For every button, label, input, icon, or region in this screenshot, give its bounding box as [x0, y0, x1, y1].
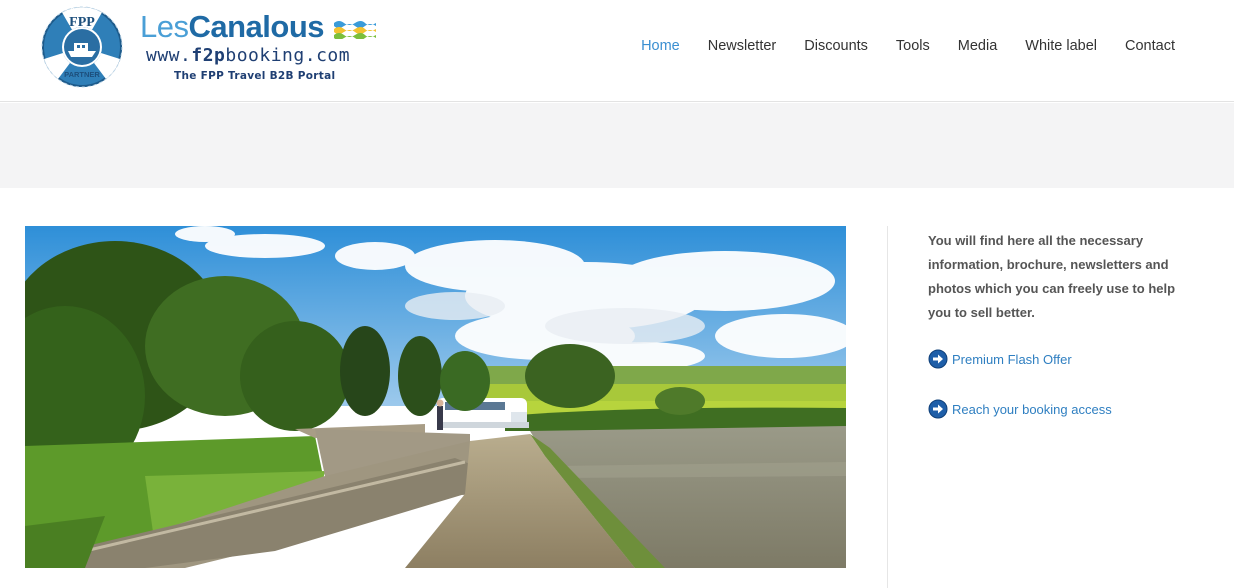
- fpp-partner-badge-logo[interactable]: FPP PARTNER: [40, 5, 124, 89]
- booking-access-link[interactable]: Reach your booking access: [928, 399, 1112, 419]
- waves-icon: [334, 21, 376, 39]
- brand-url-bold: f2p: [191, 45, 226, 66]
- badge-bottom-text: PARTNER: [64, 70, 100, 79]
- brand-tagline: The FPP Travel B2B Portal: [174, 70, 336, 82]
- premium-flash-offer-label: Premium Flash Offer: [952, 351, 1072, 367]
- brand-url: www.f2pbooking.com: [146, 45, 350, 66]
- nav-item-tools[interactable]: Tools: [896, 38, 930, 54]
- brand-url-suffix: booking.com: [225, 45, 351, 66]
- nav-item-media[interactable]: Media: [958, 38, 998, 54]
- arrow-circle-icon: [928, 399, 948, 419]
- nav-item-contact[interactable]: Contact: [1125, 38, 1175, 54]
- sidebar-divider: [887, 226, 888, 588]
- hero-canal-photo: [25, 226, 846, 568]
- brand-name-prefix: Les: [140, 9, 189, 44]
- brand-logo[interactable]: LesCanalous www.f2pbooking.com The FPP T…: [140, 10, 380, 90]
- sidebar-intro: You will find here all the necessary inf…: [928, 233, 1176, 320]
- arrow-circle-icon: [928, 349, 948, 369]
- main-nav: Home Newsletter Discounts Tools Media Wh…: [641, 38, 1175, 54]
- badge-top-text: FPP: [69, 15, 95, 30]
- brand-name-main: Canalous: [188, 9, 325, 44]
- nav-item-home[interactable]: Home: [641, 38, 680, 54]
- nav-item-white-label[interactable]: White label: [1025, 38, 1097, 54]
- brand-url-prefix: www.: [146, 45, 192, 66]
- sidebar: You will find here all the necessary inf…: [928, 229, 1188, 419]
- premium-flash-offer-link[interactable]: Premium Flash Offer: [928, 349, 1072, 369]
- booking-access-label: Reach your booking access: [952, 401, 1112, 417]
- page-title-band: [0, 103, 1234, 188]
- nav-item-newsletter[interactable]: Newsletter: [708, 38, 777, 54]
- site-header: FPP PARTNER LesCanalous www.f2pbooking.c…: [0, 0, 1234, 102]
- brand-name: LesCanalous: [140, 9, 325, 44]
- nav-item-discounts[interactable]: Discounts: [804, 38, 868, 54]
